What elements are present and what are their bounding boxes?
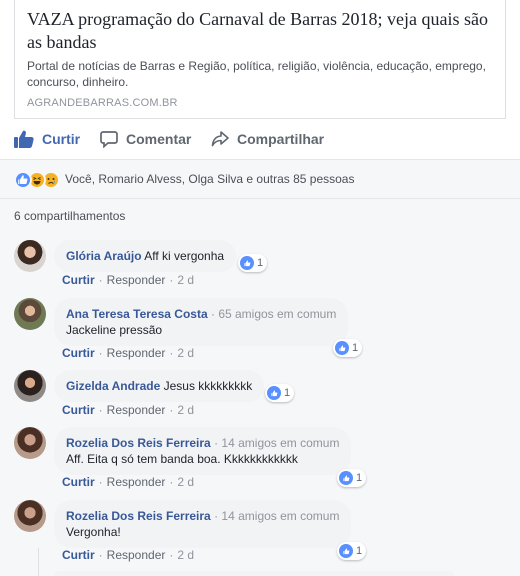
comment-label: Comentar xyxy=(126,131,192,147)
comment-author[interactable]: Gizelda Andrade xyxy=(66,379,160,393)
comment-bubble: Rozelia Dos Reis Ferreira · 14 amigos em… xyxy=(54,427,352,475)
comment-like-link[interactable]: Curtir xyxy=(62,273,95,287)
share-button[interactable]: Compartilhar xyxy=(211,129,324,149)
reaction-count: 1 xyxy=(356,545,363,557)
reaction-count: 1 xyxy=(356,472,363,484)
comment-button[interactable]: Comentar xyxy=(100,129,191,149)
comment-actions: Curtir · Responder · 2 d xyxy=(62,403,195,417)
comment-actions: Curtir · Responder · 2 d xyxy=(62,273,195,287)
comment-icon xyxy=(100,131,118,148)
next-comment-bubble xyxy=(54,571,454,576)
post-actions: Curtir Comentar Compartilhar xyxy=(0,120,520,158)
comment-text: Jesus kkkkkkkkk xyxy=(163,379,253,393)
comment-text: Aff ki vergonha xyxy=(144,249,225,263)
comment-actions: Curtir · Responder · 2 d xyxy=(62,548,195,562)
comment-reaction-count[interactable]: 1 xyxy=(337,469,367,487)
comment-reaction-count[interactable]: 1 xyxy=(337,542,367,560)
comment-bubble: Glória Araújo Aff ki vergonha xyxy=(54,240,237,272)
comment-time[interactable]: 2 d xyxy=(177,403,194,417)
mutual-friends[interactable]: 14 amigos em comum xyxy=(221,509,339,523)
like-icon xyxy=(14,171,32,189)
comment-like-link[interactable]: Curtir xyxy=(62,548,95,562)
like-icon xyxy=(240,256,254,270)
reaction-count: 1 xyxy=(257,257,264,269)
like-button[interactable]: Curtir xyxy=(14,129,80,149)
comment-author[interactable]: Rozelia Dos Reis Ferreira xyxy=(66,436,211,450)
comment-bubble: Rozelia Dos Reis Ferreira · 14 amigos em… xyxy=(54,500,352,548)
shares-summary: 6 compartilhamentos xyxy=(0,199,520,233)
comment-actions: Curtir · Responder · 2 d xyxy=(62,346,195,360)
reaction-names[interactable]: Você, Romario Alvess, Olga Silva e outra… xyxy=(65,172,354,186)
share-icon xyxy=(211,131,229,147)
like-icon xyxy=(267,386,281,400)
avatar[interactable] xyxy=(14,370,46,402)
comment-reply-link[interactable]: Responder xyxy=(107,403,166,417)
link-domain: AGRANDEBARRAS.COM.BR xyxy=(27,97,178,109)
comment-reply-link[interactable]: Responder xyxy=(107,273,166,287)
comment-like-link[interactable]: Curtir xyxy=(62,403,95,417)
comment-time[interactable]: 2 d xyxy=(177,548,194,562)
link-preview-card[interactable]: VAZA programação do Carnaval de Barras 2… xyxy=(14,0,506,119)
comment-bubble: Ana Teresa Teresa Costa · 65 amigos em c… xyxy=(54,298,349,346)
mutual-friends[interactable]: 65 amigos em comum xyxy=(218,307,336,321)
comment-reaction-count[interactable]: 1 xyxy=(333,339,363,357)
comment-text: Jackeline pressão xyxy=(66,323,163,337)
comment-actions: Curtir · Responder · 2 d xyxy=(62,475,195,489)
comment-bubble: Gizelda Andrade Jesus kkkkkkkkk xyxy=(54,370,265,402)
share-label: Compartilhar xyxy=(237,131,325,147)
thumbs-up-icon xyxy=(14,130,34,148)
mutual-friends[interactable]: 14 amigos em comum xyxy=(221,436,339,450)
comment-time[interactable]: 2 d xyxy=(177,273,194,287)
comment-time[interactable]: 2 d xyxy=(177,346,194,360)
like-icon xyxy=(339,471,353,485)
comment-author[interactable]: Rozelia Dos Reis Ferreira xyxy=(66,509,211,523)
link-title[interactable]: VAZA programação do Carnaval de Barras 2… xyxy=(27,8,495,54)
shares-count[interactable]: 6 compartilhamentos xyxy=(14,209,125,223)
reaction-count: 1 xyxy=(352,342,359,354)
thread-line xyxy=(38,548,39,576)
reaction-count: 1 xyxy=(284,387,291,399)
comment-reaction-count[interactable]: 1 xyxy=(238,254,268,272)
reactions-summary[interactable]: Você, Romario Alvess, Olga Silva e outra… xyxy=(0,160,520,198)
comment-author[interactable]: Glória Araújo xyxy=(66,249,142,263)
like-icon xyxy=(339,544,353,558)
comment-reaction-count[interactable]: 1 xyxy=(265,384,295,402)
comment-reply-link[interactable]: Responder xyxy=(107,548,166,562)
comment-reply-link[interactable]: Responder xyxy=(107,475,166,489)
avatar[interactable] xyxy=(14,298,46,330)
avatar[interactable] xyxy=(14,240,46,272)
reaction-icons[interactable] xyxy=(14,171,64,189)
avatar[interactable] xyxy=(14,500,46,532)
comment-reply-link[interactable]: Responder xyxy=(107,346,166,360)
comment-author[interactable]: Ana Teresa Teresa Costa xyxy=(66,307,208,321)
link-description: Portal de notícias de Barras e Região, p… xyxy=(27,59,486,89)
comment-like-link[interactable]: Curtir xyxy=(62,475,95,489)
like-icon xyxy=(335,341,349,355)
comment-time[interactable]: 2 d xyxy=(177,475,194,489)
like-label: Curtir xyxy=(42,131,81,147)
comment-text: Aff. Eita q só tem banda boa. Kkkkkkkkkk… xyxy=(66,452,298,466)
comment-like-link[interactable]: Curtir xyxy=(62,346,95,360)
comment-text: Vergonha! xyxy=(66,525,121,539)
avatar[interactable] xyxy=(14,427,46,459)
